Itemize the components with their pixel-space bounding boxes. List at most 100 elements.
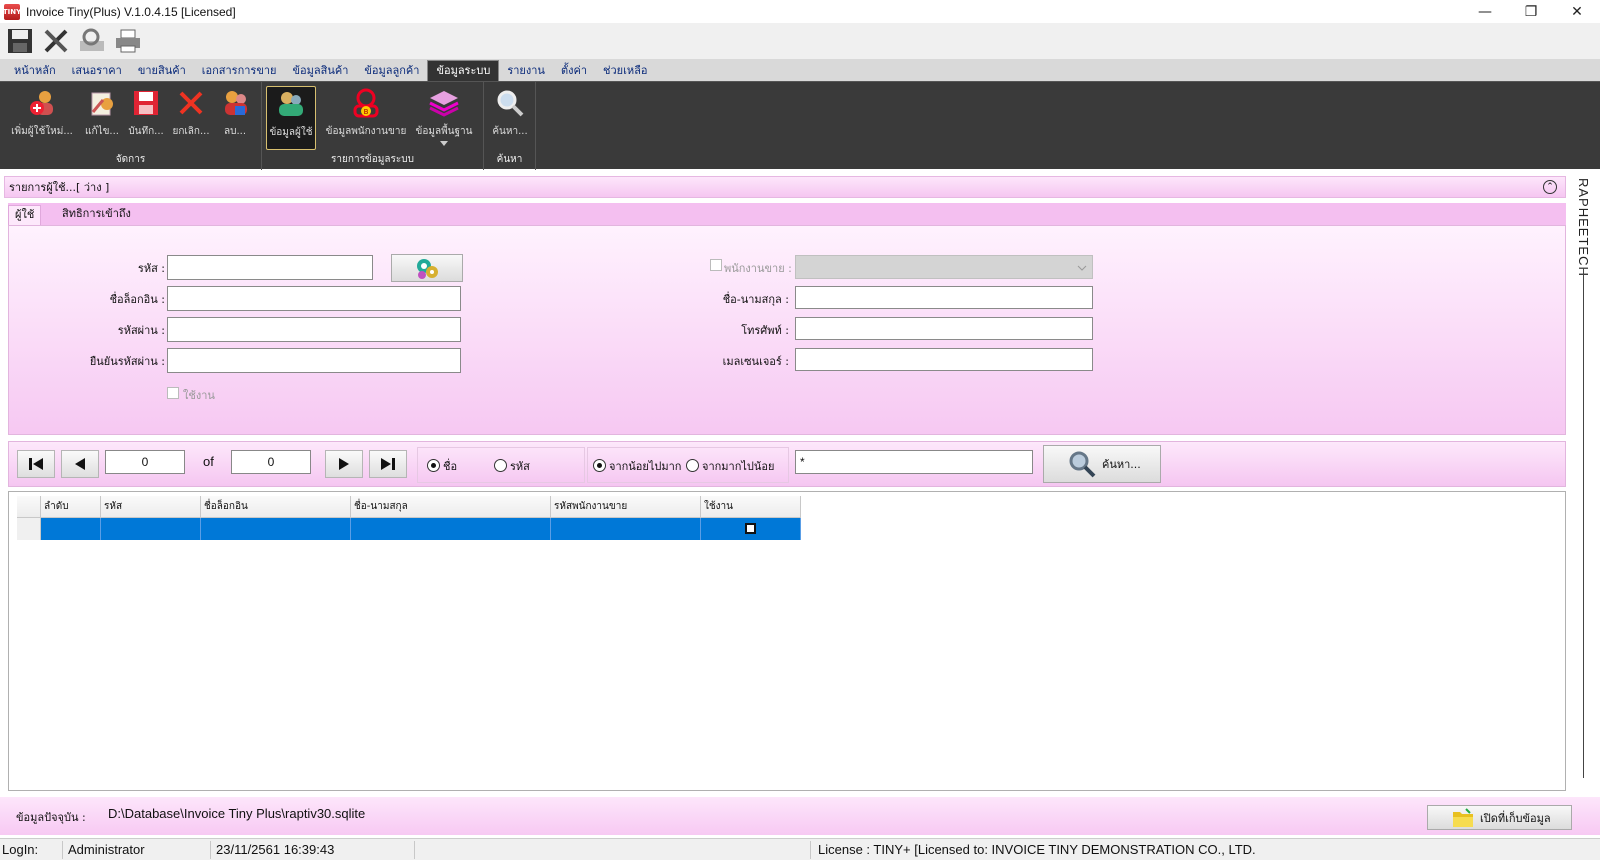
password-label: รหัสผ่าน : xyxy=(117,324,165,337)
close-button[interactable]: ✕ xyxy=(1554,0,1600,23)
confirm-password-label: ยืนยันรหัสผ่าน : xyxy=(89,355,165,368)
cell-sales-code[interactable] xyxy=(551,518,701,540)
confirm-password-field[interactable] xyxy=(167,348,461,373)
delete-label: ลบ... xyxy=(223,126,246,137)
column-header-active[interactable]: ใช้งาน xyxy=(701,496,801,518)
sales-staff-button[interactable]: B ข้อมูลพนักงานขาย xyxy=(324,86,408,150)
save-record-label: บันทึก... xyxy=(128,126,164,137)
maximize-button[interactable]: ❐ xyxy=(1508,0,1554,23)
cell-fullname[interactable] xyxy=(351,518,551,540)
delete-button[interactable]: ลบ... xyxy=(216,86,254,150)
cancel-label: ยกเลิก... xyxy=(172,126,210,137)
printer-icon[interactable] xyxy=(112,25,144,57)
menu-tab-settings[interactable]: ตั้งค่า xyxy=(553,61,595,81)
fullname-field[interactable] xyxy=(795,286,1093,309)
collapse-icon[interactable]: ⌃ xyxy=(1543,180,1557,194)
search-input[interactable]: * xyxy=(795,450,1033,474)
ribbon-group-label-system: รายการข้อมูลระบบ xyxy=(331,154,414,165)
window-controls: — ❐ ✕ xyxy=(1462,0,1600,23)
minimize-button[interactable]: — xyxy=(1462,0,1508,23)
first-record-button[interactable] xyxy=(17,450,55,478)
edit-icon xyxy=(86,86,118,120)
ribbon-search-button[interactable]: ค้นหา... xyxy=(490,86,530,150)
last-record-button[interactable] xyxy=(369,450,407,478)
of-label: of xyxy=(203,454,214,469)
total-records-field: 0 xyxy=(231,450,311,474)
cancel-button[interactable]: ยกเลิก... xyxy=(170,86,212,150)
table-row[interactable] xyxy=(17,518,801,540)
menu-tab-products[interactable]: ข้อมูลสินค้า xyxy=(284,61,356,81)
column-header-order[interactable]: ลำดับ xyxy=(41,496,101,518)
database-info-bar: ข้อมูลปัจจุบัน : D:\Database\Invoice Tin… xyxy=(0,797,1600,835)
chevron-down-icon xyxy=(1077,265,1087,271)
menu-tab-help[interactable]: ช่วยเหลือ xyxy=(595,61,655,81)
edit-label: แก้ไข... xyxy=(85,126,119,137)
add-user-label: เพิ่มผู้ใช้ใหม่... xyxy=(11,126,73,137)
cell-order[interactable] xyxy=(41,518,101,540)
layers-icon xyxy=(428,86,460,120)
record-navigator: 0 of 0 ชื่อ รหัส จากน้อยไปมาก จากมากไปน้… xyxy=(8,441,1566,487)
cell-login[interactable] xyxy=(201,518,351,540)
active-cell-checkbox[interactable] xyxy=(745,523,756,534)
cell-active[interactable] xyxy=(701,518,801,540)
sort-by-code-label: รหัส xyxy=(510,460,530,473)
user-form: รหัส : ชื่อล็อกอิน : รหัสผ่าน : ยืนยันรห… xyxy=(8,225,1566,435)
base-data-button[interactable]: ข้อมูลพื้นฐาน xyxy=(412,86,476,150)
open-database-button[interactable]: เปิดที่เก็บข้อมูล xyxy=(1427,805,1572,830)
cancel-x-icon xyxy=(175,86,207,120)
next-record-button[interactable] xyxy=(325,450,363,478)
login-label: ชื่อล็อกอิน : xyxy=(109,293,165,306)
ribbon-group-manage: เพิ่มผู้ใช้ใหม่... แก้ไข... บันทึก... ยก… xyxy=(0,82,262,170)
tab-users[interactable]: ผู้ใช้ xyxy=(8,205,42,225)
current-record-field[interactable]: 0 xyxy=(105,450,185,474)
previous-record-button[interactable] xyxy=(61,450,99,478)
tab-access-rights[interactable]: สิทธิการเข้าถึง xyxy=(56,205,137,225)
cell-code[interactable] xyxy=(101,518,201,540)
delete-user-icon xyxy=(219,86,251,120)
code-field[interactable] xyxy=(167,255,373,280)
password-field[interactable] xyxy=(167,317,461,342)
column-header-sales-code[interactable]: รหัสพนักงานขาย xyxy=(551,496,701,518)
sort-ascending-radio[interactable] xyxy=(593,459,606,472)
menu-tab-customers[interactable]: ข้อมูลลูกค้า xyxy=(356,61,427,81)
sort-by-name-label: ชื่อ xyxy=(443,460,458,473)
row-header-cell[interactable] xyxy=(17,518,41,540)
save-icon[interactable] xyxy=(4,25,36,57)
print-preview-icon[interactable] xyxy=(76,25,108,57)
tools-icon[interactable] xyxy=(40,25,72,57)
email-field[interactable] xyxy=(795,348,1093,371)
floppy-icon xyxy=(130,86,162,120)
login-field[interactable] xyxy=(167,286,461,311)
menu-tab-reports[interactable]: รายงาน xyxy=(499,61,553,81)
phone-field[interactable] xyxy=(795,317,1093,340)
users-grid: ลำดับ รหัส ชื่อล็อกอิน ชื่อ-นามสกุล รหัส… xyxy=(8,491,1566,791)
menu-tab-sales[interactable]: ขายสินค้า xyxy=(130,61,194,81)
menu-bar: หน้าหลัก เสนอราคา ขายสินค้า เอกสารการขาย… xyxy=(0,59,1600,81)
sort-by-code-radio[interactable] xyxy=(494,459,507,472)
add-user-icon xyxy=(26,86,58,120)
edit-button[interactable]: แก้ไข... xyxy=(82,86,122,150)
menu-tab-home[interactable]: หน้าหลัก xyxy=(6,61,64,81)
active-label: ใช้งาน xyxy=(183,389,215,402)
sort-descending-radio[interactable] xyxy=(686,459,699,472)
column-header-fullname[interactable]: ชื่อ-นามสกุล xyxy=(351,496,551,518)
svg-text:B: B xyxy=(364,108,369,116)
sales-staff-icon: B xyxy=(350,86,382,120)
sort-by-name-radio[interactable] xyxy=(427,459,440,472)
add-user-button[interactable]: เพิ่มผู้ใช้ใหม่... xyxy=(8,86,76,150)
active-checkbox[interactable] xyxy=(167,387,179,399)
window-title: Invoice Tiny(Plus) V.1.0.4.15 [Licensed] xyxy=(26,4,236,19)
column-header-code[interactable]: รหัส xyxy=(101,496,201,518)
menu-tab-quotation[interactable]: เสนอราคา xyxy=(64,61,130,81)
generate-code-button[interactable] xyxy=(391,254,463,282)
search-button[interactable]: ค้นหา... xyxy=(1043,445,1161,483)
login-status-label: LogIn: xyxy=(2,842,39,857)
status-datetime: 23/11/2561 16:39:43 xyxy=(216,842,335,857)
menu-tab-system[interactable]: ข้อมูลระบบ xyxy=(427,60,500,81)
search-icon xyxy=(1069,451,1096,478)
sales-staff-checkbox[interactable] xyxy=(710,259,722,271)
users-data-button[interactable]: ข้อมูลผู้ใช้ xyxy=(266,86,316,150)
menu-tab-sales-docs[interactable]: เอกสารการขาย xyxy=(194,61,285,81)
column-header-login[interactable]: ชื่อล็อกอิน xyxy=(201,496,351,518)
save-record-button[interactable]: บันทึก... xyxy=(126,86,166,150)
